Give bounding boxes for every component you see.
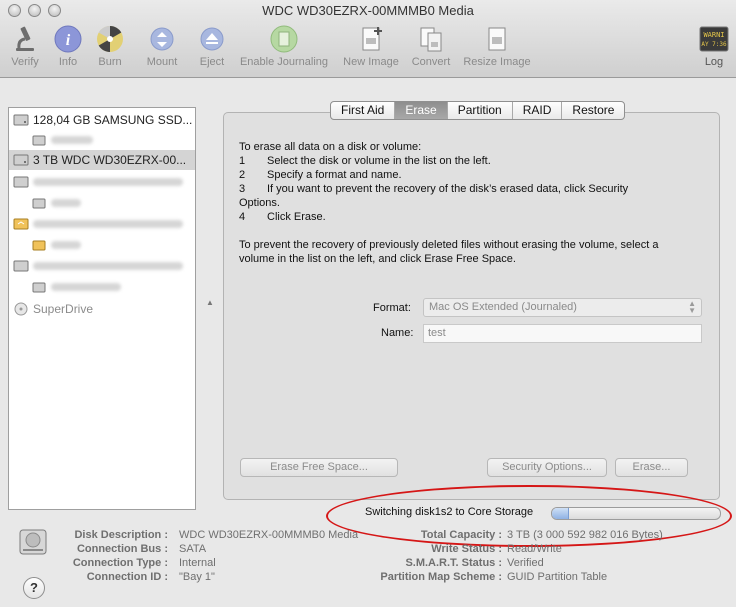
volume-icon — [32, 282, 46, 293]
blurred-label — [51, 199, 81, 207]
erase-step-4: 4 Click Erase. — [239, 211, 326, 223]
svg-text:AY 7:36: AY 7:36 — [701, 41, 727, 48]
disk-item-samsung-ssd[interactable]: 128,04 GB SAMSUNG SSD... — [9, 110, 195, 130]
free-space-instructions-line-2: volume in the list on the left, and clic… — [239, 253, 516, 265]
blurred-label — [33, 178, 183, 186]
blurred-label — [33, 262, 183, 270]
new-image-button[interactable]: New Image — [340, 24, 402, 68]
total-capacity-key: Total Capacity : — [420, 529, 502, 541]
free-space-instructions-line-1: To prevent the recovery of previously de… — [239, 239, 659, 251]
verify-button[interactable]: Verify — [6, 24, 44, 68]
log-console-icon: WARNI AY 7:36 — [699, 26, 729, 52]
volume-item[interactable] — [9, 277, 195, 297]
microscope-icon — [16, 26, 34, 51]
info-button[interactable]: i Info — [52, 24, 84, 68]
hard-drive-icon — [13, 176, 29, 188]
connection-type-key: Connection Type : — [72, 557, 168, 569]
blurred-label — [51, 283, 121, 291]
erase-instructions-intro: To erase all data on a disk or volume: — [239, 141, 422, 153]
erase-free-space-button[interactable]: Erase Free Space... — [240, 458, 398, 477]
partition-map-key: Partition Map Scheme : — [380, 571, 502, 583]
info-icon: i — [54, 25, 82, 53]
connection-id-value: "Bay 1" — [179, 571, 215, 583]
burn-icon — [97, 25, 123, 53]
erase-step-1: 1 Select the disk or volume in the list o… — [239, 155, 491, 167]
tab-erase[interactable]: Erase — [395, 102, 448, 119]
disk-item[interactable] — [9, 214, 195, 234]
disk-item-wdc[interactable]: 3 TB WDC WD30EZRX-00... — [9, 150, 195, 170]
optical-drive-icon — [14, 302, 28, 316]
smart-status-key: S.M.A.R.T. Status : — [405, 557, 502, 569]
volume-icon — [32, 198, 46, 209]
eject-button[interactable]: Eject — [196, 24, 228, 68]
format-select[interactable]: Mac OS Extended (Journaled) ▲ ▼ — [423, 298, 702, 317]
connection-bus-key: Connection Bus : — [76, 543, 168, 555]
tab-first-aid[interactable]: First Aid — [331, 102, 396, 119]
tab-partition[interactable]: Partition — [448, 102, 513, 119]
select-arrows-icon: ▲ ▼ — [688, 299, 696, 315]
blurred-label — [51, 136, 93, 144]
write-status-value: Read/Write — [507, 543, 562, 555]
smart-status-value: Verified — [507, 557, 544, 569]
convert-button[interactable]: Convert — [408, 24, 454, 68]
disk-utility-window: WDC WD30EZRX-00MMMB0 Media Verify i Info — [0, 0, 736, 607]
total-capacity-value: 3 TB (3 000 592 982 016 Bytes) — [507, 529, 663, 541]
disk-list-sidebar[interactable]: 128,04 GB SAMSUNG SSD... 3 TB WDC WD30EZ… — [8, 107, 196, 510]
svg-text:i: i — [66, 32, 71, 49]
connection-id-key: Connection ID : — [86, 571, 168, 583]
resize-image-button[interactable]: Resize Image — [461, 24, 533, 68]
name-label: Name: — [381, 327, 414, 339]
convert-icon — [420, 27, 442, 52]
disk-description-value: WDC WD30EZRX-00MMMB0 Media — [179, 529, 359, 541]
hard-drive-icon — [13, 260, 29, 272]
blurred-label — [33, 220, 183, 228]
enable-journaling-button[interactable]: Enable Journaling — [236, 24, 332, 68]
log-button[interactable]: WARNI AY 7:36 Log — [697, 24, 731, 68]
partition-map-value: GUID Partition Table — [507, 571, 608, 583]
security-options-button[interactable]: Security Options... — [487, 458, 607, 477]
sidebar-resize-arrow-icon[interactable]: ▲ — [206, 298, 214, 307]
disk-item[interactable] — [9, 256, 195, 276]
tab-raid[interactable]: RAID — [513, 102, 563, 119]
format-label: Format: — [373, 302, 411, 314]
window-title: WDC WD30EZRX-00MMMB0 Media — [262, 3, 474, 18]
eject-icon — [200, 27, 224, 51]
external-volume-icon — [32, 240, 46, 251]
disk-drive-icon — [19, 529, 47, 555]
journaling-icon — [270, 25, 298, 53]
tab-bar: First Aid Erase Partition RAID Restore — [330, 101, 626, 120]
help-button[interactable]: ? — [23, 577, 45, 599]
volume-icon — [32, 135, 46, 146]
connection-bus-value: SATA — [179, 543, 207, 555]
external-drive-icon — [13, 218, 29, 230]
erase-step-3-continued: Options. — [239, 197, 280, 209]
hard-drive-icon — [13, 114, 29, 126]
tab-restore[interactable]: Restore — [562, 102, 624, 119]
volume-item[interactable] — [9, 130, 195, 150]
resize-image-icon — [488, 27, 506, 51]
mount-button[interactable]: Mount — [142, 24, 182, 68]
name-input[interactable]: test — [423, 324, 702, 343]
toolbar: WDC WD30EZRX-00MMMB0 Media Verify i Info — [0, 0, 736, 78]
svg-text:WARNI: WARNI — [703, 31, 724, 39]
erase-step-3: 3 If you want to prevent the recovery of … — [239, 183, 629, 195]
volume-item[interactable] — [9, 235, 195, 255]
connection-type-value: Internal — [179, 557, 216, 569]
hard-drive-icon — [13, 154, 29, 166]
write-status-key: Write Status : — [431, 543, 502, 555]
new-image-icon — [362, 27, 382, 51]
erase-step-2: 2 Specify a format and name. — [239, 169, 402, 181]
disk-description-key: Disk Description : — [74, 529, 168, 541]
erase-button[interactable]: Erase... — [615, 458, 688, 477]
disk-item[interactable] — [9, 172, 195, 192]
disk-item-superdrive[interactable]: SuperDrive — [9, 299, 195, 319]
burn-button[interactable]: Burn — [94, 24, 126, 68]
blurred-label — [51, 241, 81, 249]
mount-icon — [150, 27, 174, 51]
volume-item[interactable] — [9, 193, 195, 213]
